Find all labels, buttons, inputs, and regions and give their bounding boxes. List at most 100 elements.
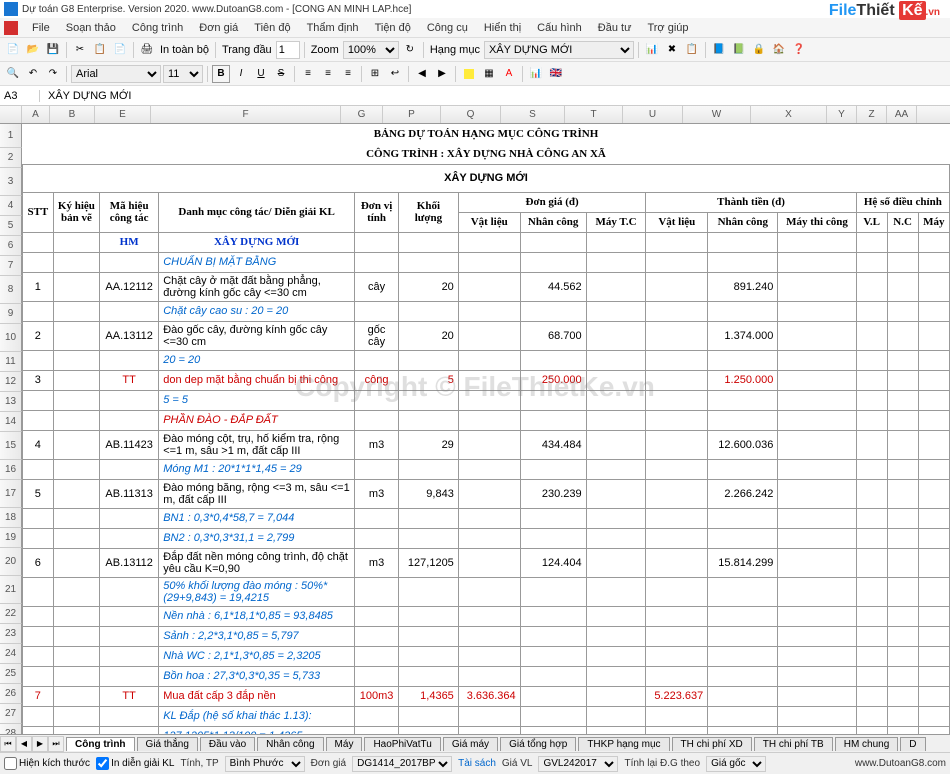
col-header[interactable]: Y bbox=[827, 106, 857, 123]
tool1-icon[interactable]: 📊 bbox=[643, 41, 661, 59]
row-header[interactable]: 21 bbox=[0, 576, 22, 604]
sheet-tab[interactable]: Nhân công bbox=[257, 737, 323, 751]
row-header[interactable]: 16 bbox=[0, 460, 22, 480]
tool7-icon[interactable]: 🏠 bbox=[770, 41, 788, 59]
underline-button[interactable]: U bbox=[252, 65, 270, 83]
merge-icon[interactable]: ⊞ bbox=[366, 65, 384, 83]
col-header[interactable]: AA bbox=[887, 106, 917, 123]
wrap-icon[interactable]: ↩ bbox=[386, 65, 404, 83]
category-select[interactable]: XÂY DỰNG MỚI bbox=[484, 41, 634, 59]
row-header[interactable]: 23 bbox=[0, 624, 22, 644]
row-header[interactable]: 19 bbox=[0, 528, 22, 548]
cut-icon[interactable]: ✂ bbox=[71, 41, 89, 59]
row-header[interactable]: 28 bbox=[0, 724, 22, 734]
print-icon[interactable]: 🖨 bbox=[138, 41, 156, 59]
sheet-tab[interactable]: HM chung bbox=[835, 737, 899, 751]
sheet-tab[interactable]: Giá tổng hợp bbox=[500, 737, 576, 751]
col-header[interactable]: Q bbox=[441, 106, 501, 123]
row-header[interactable]: 20 bbox=[0, 548, 22, 576]
unit-price-select[interactable]: DG1414_2017BP bbox=[352, 756, 452, 772]
tool5-icon[interactable]: 📗 bbox=[730, 41, 748, 59]
refresh-icon[interactable]: ↻ bbox=[401, 41, 419, 59]
font-select[interactable]: Arial bbox=[71, 65, 161, 83]
col-header[interactable]: Z bbox=[857, 106, 887, 123]
tool3-icon[interactable]: 📋 bbox=[683, 41, 701, 59]
paste-icon[interactable]: 📄 bbox=[111, 41, 129, 59]
row-header[interactable]: 3 bbox=[0, 168, 22, 196]
row-header[interactable]: 6 bbox=[0, 236, 22, 256]
tab-next-icon[interactable]: ▶ bbox=[32, 736, 48, 752]
sheet-tab[interactable]: Giá thắng bbox=[137, 737, 198, 751]
col-header[interactable]: T bbox=[565, 106, 623, 123]
row-header[interactable]: 27 bbox=[0, 704, 22, 724]
border-icon[interactable]: ▦ bbox=[480, 65, 498, 83]
align-center-icon[interactable]: ≡ bbox=[319, 65, 337, 83]
indent-right-icon[interactable]: ▶ bbox=[433, 65, 451, 83]
col-header[interactable]: W bbox=[683, 106, 751, 123]
flag-icon[interactable]: 🇬🇧 bbox=[547, 65, 565, 83]
bold-button[interactable]: B bbox=[212, 65, 230, 83]
tool8-icon[interactable]: ❓ bbox=[790, 41, 808, 59]
chart-icon[interactable]: 📊 bbox=[527, 65, 545, 83]
save-icon[interactable]: 💾 bbox=[44, 41, 62, 59]
menu-item[interactable]: Soạn thảo bbox=[58, 20, 124, 36]
row-header[interactable]: 17 bbox=[0, 480, 22, 508]
sheet-tab[interactable]: Giá máy bbox=[443, 737, 498, 751]
col-header[interactable]: U bbox=[623, 106, 683, 123]
menu-item[interactable]: Hiển thị bbox=[476, 20, 529, 36]
fill-color-icon[interactable] bbox=[460, 65, 478, 83]
print-detail-check[interactable]: In diễn giải KL bbox=[96, 757, 174, 770]
font-color-icon[interactable]: A bbox=[500, 65, 518, 83]
menu-item[interactable]: Cấu hình bbox=[529, 20, 590, 36]
print-all-label[interactable]: In toàn bộ bbox=[158, 44, 211, 56]
tab-prev-icon[interactable]: ◀ bbox=[16, 736, 32, 752]
province-select[interactable]: Bình Phước bbox=[225, 756, 305, 772]
col-header[interactable]: G bbox=[341, 106, 383, 123]
size-select[interactable]: 11 bbox=[163, 65, 203, 83]
col-header[interactable]: S bbox=[501, 106, 565, 123]
row-header[interactable]: 25 bbox=[0, 664, 22, 684]
open-icon[interactable]: 📂 bbox=[24, 41, 42, 59]
sheet-tab[interactable]: Công trình bbox=[66, 737, 135, 751]
menu-item[interactable]: Công cụ bbox=[419, 20, 476, 36]
new-icon[interactable]: 📄 bbox=[4, 41, 22, 59]
zoom-select[interactable]: 100% bbox=[343, 41, 399, 59]
redo-icon[interactable]: ↷ bbox=[44, 65, 62, 83]
row-header[interactable]: 2 bbox=[0, 148, 22, 168]
sheet-tab[interactable]: Máy bbox=[326, 737, 363, 751]
col-header[interactable]: X bbox=[751, 106, 827, 123]
align-left-icon[interactable]: ≡ bbox=[299, 65, 317, 83]
row-header[interactable]: 24 bbox=[0, 644, 22, 664]
menu-item[interactable]: Tiện độ bbox=[367, 20, 419, 36]
align-right-icon[interactable]: ≡ bbox=[339, 65, 357, 83]
strike-button[interactable]: S bbox=[272, 65, 290, 83]
row-header[interactable]: 4 bbox=[0, 196, 22, 216]
formula-input[interactable]: XÂY DỰNG MỚI bbox=[40, 90, 950, 102]
sheet-tab[interactable]: THKP hạng mục bbox=[578, 737, 669, 751]
row-header[interactable]: 10 bbox=[0, 324, 22, 352]
sheet-tab[interactable]: HaoPhiVatTu bbox=[364, 737, 440, 751]
tab-last-icon[interactable]: ⏭ bbox=[48, 736, 64, 752]
row-header[interactable]: 8 bbox=[0, 276, 22, 304]
data-table[interactable]: BẢNG DỰ TOÁN HẠNG MỤC CÔNG TRÌNHCÔNG TRÌ… bbox=[22, 124, 950, 734]
col-header[interactable]: B bbox=[50, 106, 95, 123]
search-icon[interactable]: 🔍 bbox=[4, 65, 22, 83]
sheet-tab[interactable]: TH chi phí TB bbox=[754, 737, 833, 751]
row-header[interactable]: 12 bbox=[0, 372, 22, 392]
tool4-icon[interactable]: 📘 bbox=[710, 41, 728, 59]
italic-button[interactable]: I bbox=[232, 65, 250, 83]
first-page-label[interactable]: Trang đầu bbox=[220, 44, 274, 56]
col-header[interactable]: A bbox=[22, 106, 50, 123]
menu-item[interactable]: Thẩm định bbox=[299, 20, 367, 36]
spreadsheet-grid[interactable]: 1234567891011121314151617181920212223242… bbox=[0, 124, 950, 734]
show-size-check[interactable]: Hiện kích thước bbox=[4, 757, 90, 770]
menu-item[interactable]: Đầu tư bbox=[590, 20, 640, 36]
menu-item[interactable]: Công trình bbox=[124, 20, 191, 36]
material-price-select[interactable]: GVL242017 bbox=[538, 756, 618, 772]
page-input[interactable] bbox=[276, 41, 300, 59]
menu-item[interactable]: Đơn giá bbox=[191, 20, 246, 36]
row-header[interactable]: 22 bbox=[0, 604, 22, 624]
undo-icon[interactable]: ↶ bbox=[24, 65, 42, 83]
recalc-select[interactable]: Giá gốc bbox=[706, 756, 766, 772]
row-header[interactable]: 13 bbox=[0, 392, 22, 412]
